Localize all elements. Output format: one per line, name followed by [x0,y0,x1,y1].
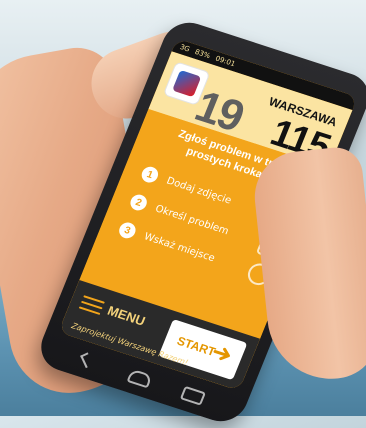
menu-button[interactable]: MENU [78,294,148,329]
step-label-1: Dodaj zdjęcie [164,175,234,207]
step-number-2: 2 [128,192,150,213]
scene: 3G 83% 09:01 WARSZAWA 19 115 Zgłoś probl… [0,0,366,428]
start-button[interactable]: START [158,318,248,381]
home-icon[interactable] [126,368,153,389]
step-number-1: 1 [139,164,161,185]
logo-mark [172,69,202,98]
step-label-2: Określ problem [153,202,231,237]
menu-label: MENU [105,302,148,329]
step-number-3: 3 [116,220,138,241]
back-icon[interactable] [79,352,100,367]
status-battery: 83% [193,47,212,61]
hamburger-icon [78,294,106,315]
bottom-bar: MENU START Zaprojektuj Warszawę Razem! [58,280,261,391]
step-label-3: Wskaż miejsce [142,230,217,264]
recent-apps-icon[interactable] [179,385,206,406]
status-signal: 3G [178,42,191,54]
